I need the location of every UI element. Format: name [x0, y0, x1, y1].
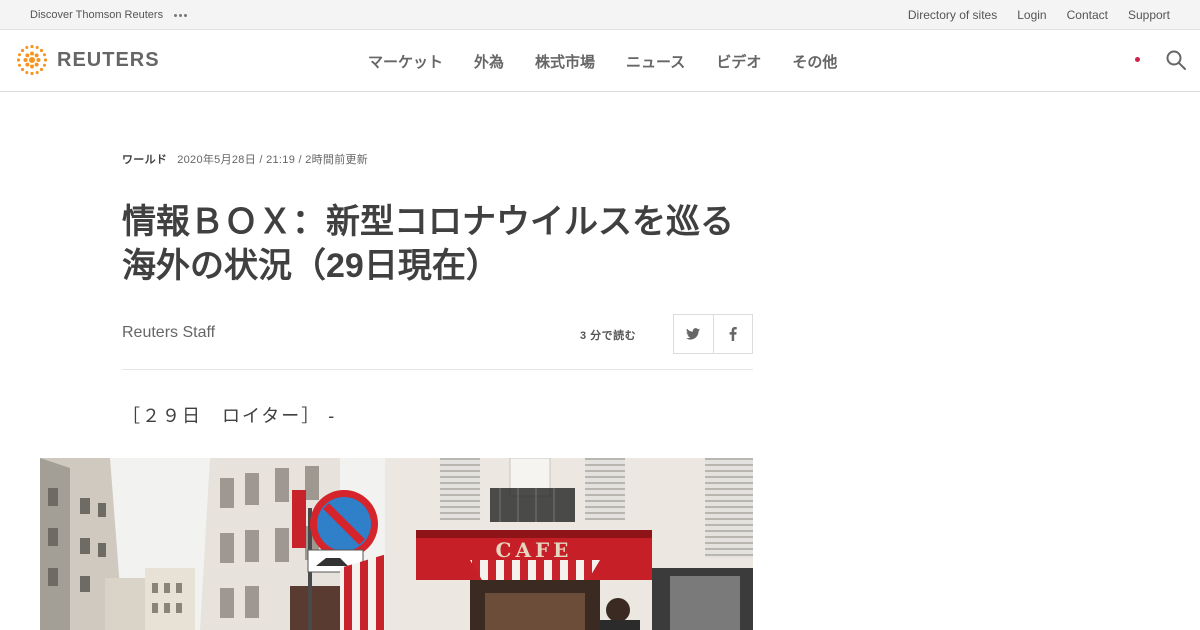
article-meta: ワールド 2020年5月28日 / 21:19 / 2時間前更新 [122, 151, 368, 167]
facebook-share-button[interactable] [712, 315, 753, 353]
search-icon[interactable] [1165, 49, 1187, 71]
directory-link[interactable]: Directory of sites [908, 8, 997, 22]
login-link[interactable]: Login [1017, 8, 1046, 22]
more-icon[interactable] [174, 13, 188, 17]
utility-bar: Discover Thomson Reuters Directory of si… [0, 0, 1200, 30]
contact-link[interactable]: Contact [1067, 8, 1108, 22]
logo-wordmark: REUTERS [57, 48, 160, 71]
nav-more[interactable]: その他 [792, 51, 837, 72]
article-dateline: ［２９日 ロイター］ - [122, 406, 337, 426]
main-nav: マーケット 外為 株式市場 ニュース ビデオ その他 [368, 30, 837, 92]
reuters-logo[interactable]: REUTERS [15, 43, 160, 77]
article-headline: 情報ＢＯＸ：新型コロナウイルスを巡る海外の状況（29日現在） [122, 203, 734, 285]
reuters-logo-icon [16, 44, 48, 76]
twitter-icon [686, 328, 701, 340]
article-timestamp: 2020年5月28日 / 21:19 / 2時間前更新 [177, 154, 369, 166]
discover-link[interactable]: Discover Thomson Reuters [30, 9, 163, 21]
article-category[interactable]: ワールド [122, 154, 167, 166]
nav-news[interactable]: ニュース [626, 51, 685, 72]
twitter-share-button[interactable] [674, 315, 713, 353]
share-buttons [673, 314, 753, 354]
article-photo[interactable]: CAFE [40, 458, 753, 630]
read-time: 3 分で読む [580, 330, 637, 342]
article-byline: Reuters Staff [122, 324, 216, 341]
support-link[interactable]: Support [1128, 8, 1170, 22]
nav-video[interactable]: ビデオ [716, 51, 761, 72]
cafe-sign-text: CAFE [496, 538, 573, 562]
nav-stocks[interactable]: 株式市場 [535, 51, 595, 72]
main-header: REUTERS マーケット 外為 株式市場 ニュース ビデオ その他 [0, 30, 1200, 92]
nav-forex[interactable]: 外為 [474, 51, 504, 72]
facebook-icon [729, 327, 737, 341]
divider [122, 369, 753, 370]
japan-flag-icon[interactable] [1127, 52, 1147, 66]
nav-markets[interactable]: マーケット [368, 51, 443, 72]
